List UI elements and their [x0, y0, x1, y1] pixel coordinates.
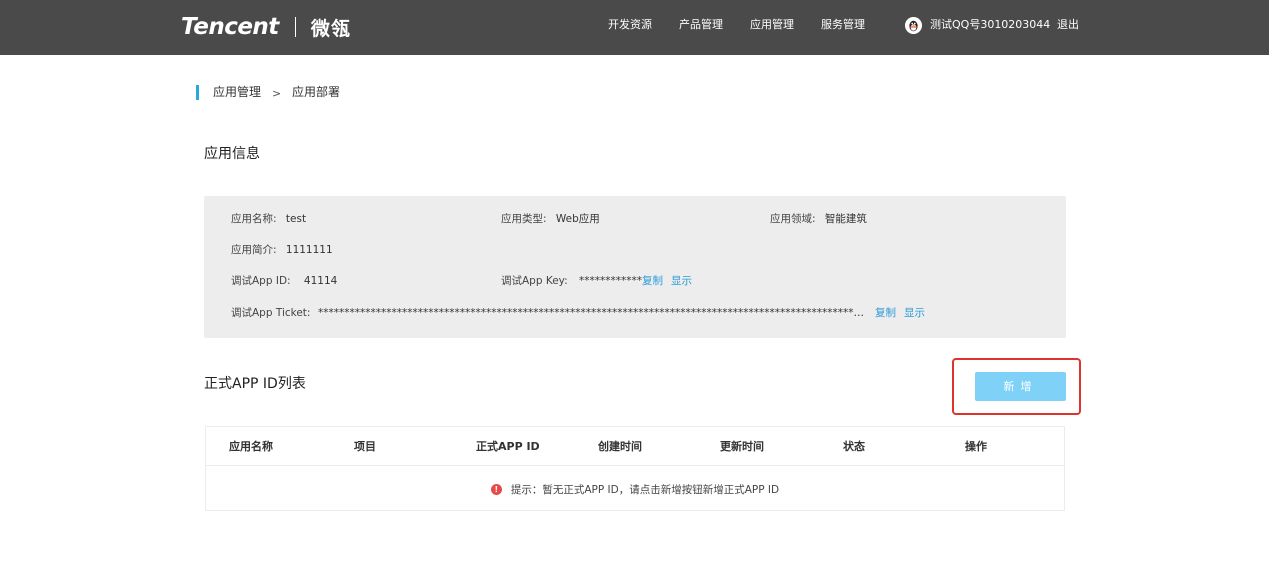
debug-app-id-label: 调试App ID:: [231, 275, 291, 287]
nav-item-service-management[interactable]: 服务管理: [821, 0, 865, 55]
warning-icon: !: [490, 483, 502, 495]
app-name-value: test: [285, 213, 307, 225]
empty-state-text: 提示：暂无正式APP ID，请点击新增按钮新增正式APP ID: [510, 483, 780, 496]
app-type-label: 应用类型:: [501, 213, 547, 225]
column-header-actions: 操作: [965, 440, 987, 453]
debug-app-ticket-field: 调试App Ticket:: [231, 306, 310, 320]
app-domain-value: 智能建筑: [824, 213, 867, 225]
tencent-logo[interactable]: Tencent 微瓴: [181, 12, 351, 42]
app-info-title: 应用信息: [204, 146, 260, 162]
formal-app-id-list-title: 正式APP ID列表: [204, 376, 306, 392]
table-empty-row: ! 提示：暂无正式APP ID，请点击新增按钮新增正式APP ID: [206, 467, 1064, 511]
copy-app-ticket-link[interactable]: 复制: [875, 306, 896, 320]
nav-item-product-management[interactable]: 产品管理: [679, 0, 723, 55]
debug-app-id-field: 调试App ID: 41114: [231, 274, 337, 288]
show-app-key-link[interactable]: 显示: [671, 274, 692, 288]
debug-app-key-field: 调试App Key: ************: [501, 274, 642, 288]
breadcrumb-accent-bar: [196, 85, 199, 100]
breadcrumb-current: 应用部署: [292, 85, 341, 99]
show-app-ticket-link[interactable]: 显示: [904, 306, 925, 320]
breadcrumb-parent[interactable]: 应用管理: [213, 84, 261, 101]
column-header-status: 状态: [843, 440, 865, 453]
debug-app-ticket-value: ****************************************…: [318, 307, 866, 319]
product-name: 微瓴: [310, 17, 351, 40]
logo-divider: [294, 17, 296, 37]
app-intro-label: 应用简介:: [231, 244, 277, 256]
app-type-field: 应用类型: Web应用: [501, 212, 600, 226]
column-header-app-name: 应用名称: [229, 440, 273, 453]
nav-item-dev-resources[interactable]: 开发资源: [608, 0, 652, 55]
app-domain-field: 应用领域: 智能建筑: [770, 212, 867, 226]
app-name-field: 应用名称: test: [231, 212, 306, 226]
logo-text: Tencent: [181, 14, 279, 40]
app-name-label: 应用名称:: [231, 213, 277, 225]
formal-app-id-table: 应用名称 项目 正式APP ID 创建时间 更新时间 状态 操作 ! 提示：暂无…: [205, 426, 1065, 511]
logout-link[interactable]: 退出: [1057, 0, 1079, 55]
debug-app-key-value: ************: [579, 275, 643, 287]
app-intro-value: 1111111: [285, 244, 333, 256]
breadcrumb-separator: >: [272, 87, 282, 100]
table-header: 应用名称 项目 正式APP ID 创建时间 更新时间 状态 操作: [206, 427, 1064, 466]
qq-penguin-icon[interactable]: [905, 17, 922, 34]
user-name[interactable]: 测试QQ号3010203044: [930, 0, 1050, 55]
debug-app-ticket-label: 调试App Ticket:: [231, 307, 311, 319]
app-intro-field: 应用简介: 1111111: [231, 243, 333, 257]
debug-app-id-value: 41114: [303, 275, 338, 287]
nav-item-app-management[interactable]: 应用管理: [750, 0, 794, 55]
copy-app-key-link[interactable]: 复制: [642, 274, 663, 288]
column-header-project: 项目: [354, 440, 376, 453]
app-type-value: Web应用: [555, 213, 600, 225]
app-domain-label: 应用领域:: [770, 213, 816, 225]
debug-app-key-label: 调试App Key:: [501, 275, 568, 287]
top-navigation-bar: Tencent 微瓴 开发资源 产品管理 应用管理 服务管理 测试QQ号3010…: [0, 0, 1269, 55]
add-formal-app-id-button[interactable]: 新增: [975, 372, 1066, 401]
column-header-created-time: 创建时间: [598, 440, 642, 453]
column-header-updated-time: 更新时间: [720, 440, 764, 453]
column-header-formal-app-id: 正式APP ID: [476, 440, 540, 453]
